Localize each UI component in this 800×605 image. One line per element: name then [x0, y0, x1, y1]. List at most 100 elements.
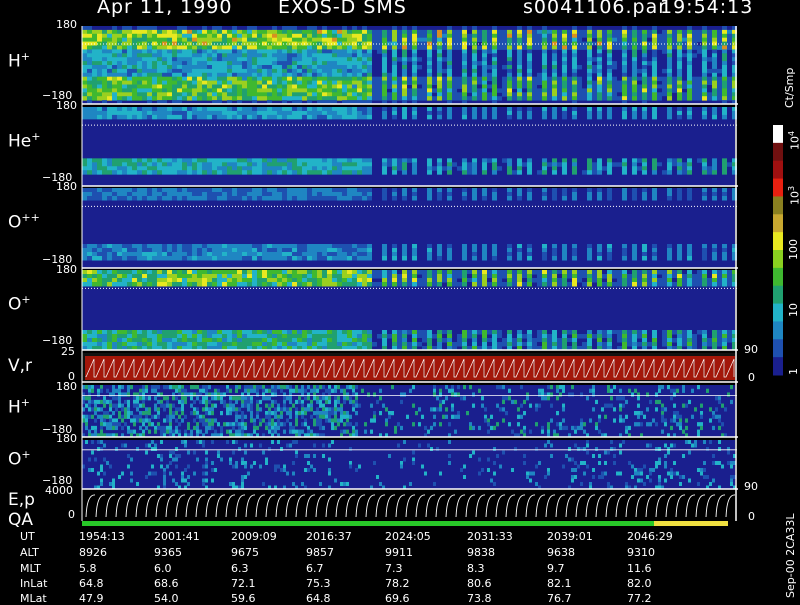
heat-cell	[362, 115, 367, 119]
heat-cell	[542, 342, 547, 347]
heat-cell	[167, 282, 172, 287]
heat-cell	[282, 115, 287, 119]
heat-cell	[632, 196, 637, 201]
heat-cell	[722, 270, 727, 275]
heat-cell	[242, 252, 247, 257]
heat-cell	[462, 53, 467, 57]
heat-cell	[602, 334, 607, 339]
heat-cell	[372, 34, 377, 38]
heat-cell	[702, 166, 707, 170]
heat-cell	[307, 244, 312, 249]
heat-cell	[542, 166, 547, 170]
heat-cell	[472, 282, 477, 287]
heat-cell	[607, 244, 612, 249]
heat-cell	[637, 278, 642, 283]
heat-cell	[527, 26, 532, 30]
heat-cell	[332, 92, 337, 96]
heat-cell	[297, 278, 302, 283]
heat-cell	[722, 188, 727, 193]
heat-cell	[642, 38, 647, 42]
heat-cell	[192, 166, 197, 170]
heat-cell	[542, 196, 547, 201]
heat-cell	[312, 274, 317, 279]
heat-cell	[152, 53, 157, 57]
heat-cell	[237, 252, 242, 257]
heat-cell	[282, 34, 287, 38]
heat-cell	[207, 96, 212, 100]
heat-cell	[287, 115, 292, 119]
heat-cell	[352, 256, 357, 261]
heat-cell	[532, 77, 537, 81]
heat-cell	[182, 61, 187, 65]
heat-cell	[717, 30, 722, 34]
heat-cell	[307, 81, 312, 85]
heat-cell	[162, 248, 167, 253]
heat-cell	[392, 49, 397, 53]
heat-cell	[332, 342, 337, 347]
heat-cell	[277, 252, 282, 257]
heat-cell	[552, 81, 557, 85]
heat-cell	[477, 77, 482, 81]
heat-cell	[242, 338, 247, 343]
heat-cell	[622, 53, 627, 57]
heat-cell	[647, 46, 652, 50]
heat-cell	[197, 34, 202, 38]
heat-cell	[127, 115, 132, 119]
heat-cell	[142, 92, 147, 96]
heat-cell	[682, 53, 687, 57]
heat-cell	[597, 57, 602, 61]
heat-cell	[152, 30, 157, 34]
heat-cell	[667, 188, 672, 193]
heat-cell	[472, 342, 477, 347]
heat-cell	[597, 34, 602, 38]
heat-cell	[292, 282, 297, 287]
heat-cell	[192, 96, 197, 100]
heat-cell	[237, 278, 242, 283]
heat-cell	[472, 65, 477, 69]
heat-cell	[722, 38, 727, 42]
heat-cell	[252, 196, 257, 201]
heat-cell	[452, 81, 457, 85]
heat-cell	[717, 69, 722, 73]
heat-cell	[382, 38, 387, 42]
heat-cell	[682, 342, 687, 347]
heat-cell	[157, 274, 162, 279]
heat-cell	[217, 34, 222, 38]
heat-cell	[447, 49, 452, 53]
heat-cell	[97, 278, 102, 283]
heat-cell	[332, 338, 337, 343]
heat-cell	[257, 115, 262, 119]
heat-cell	[197, 61, 202, 65]
heat-cell	[572, 248, 577, 253]
heat-cell	[207, 248, 212, 253]
heat-cell	[147, 248, 152, 253]
heat-cell	[392, 92, 397, 96]
heat-cell	[397, 92, 402, 96]
heat-cell	[472, 248, 477, 253]
heat-cell	[572, 158, 577, 162]
heat-cell	[617, 338, 622, 343]
heat-cell	[562, 92, 567, 96]
heat-cell	[632, 256, 637, 261]
heat-cell	[192, 278, 197, 283]
heat-cell	[642, 115, 647, 119]
heat-cell	[302, 92, 307, 96]
heat-cell	[192, 196, 197, 201]
heat-cell	[197, 49, 202, 53]
heat-cell	[127, 188, 132, 193]
heat-cell	[302, 334, 307, 339]
heat-cell	[107, 107, 112, 111]
heat-cell	[677, 248, 682, 253]
heat-cell	[402, 61, 407, 65]
heat-cell	[127, 92, 132, 96]
heat-cell	[632, 88, 637, 92]
heat-cell	[517, 162, 522, 166]
heat-cell	[197, 270, 202, 275]
heat-cell	[607, 196, 612, 201]
heat-cell	[502, 34, 507, 38]
heat-cell	[337, 57, 342, 61]
heat-cell	[282, 88, 287, 92]
heat-cell	[252, 88, 257, 92]
heat-cell	[122, 34, 127, 38]
heat-cell	[572, 330, 577, 335]
